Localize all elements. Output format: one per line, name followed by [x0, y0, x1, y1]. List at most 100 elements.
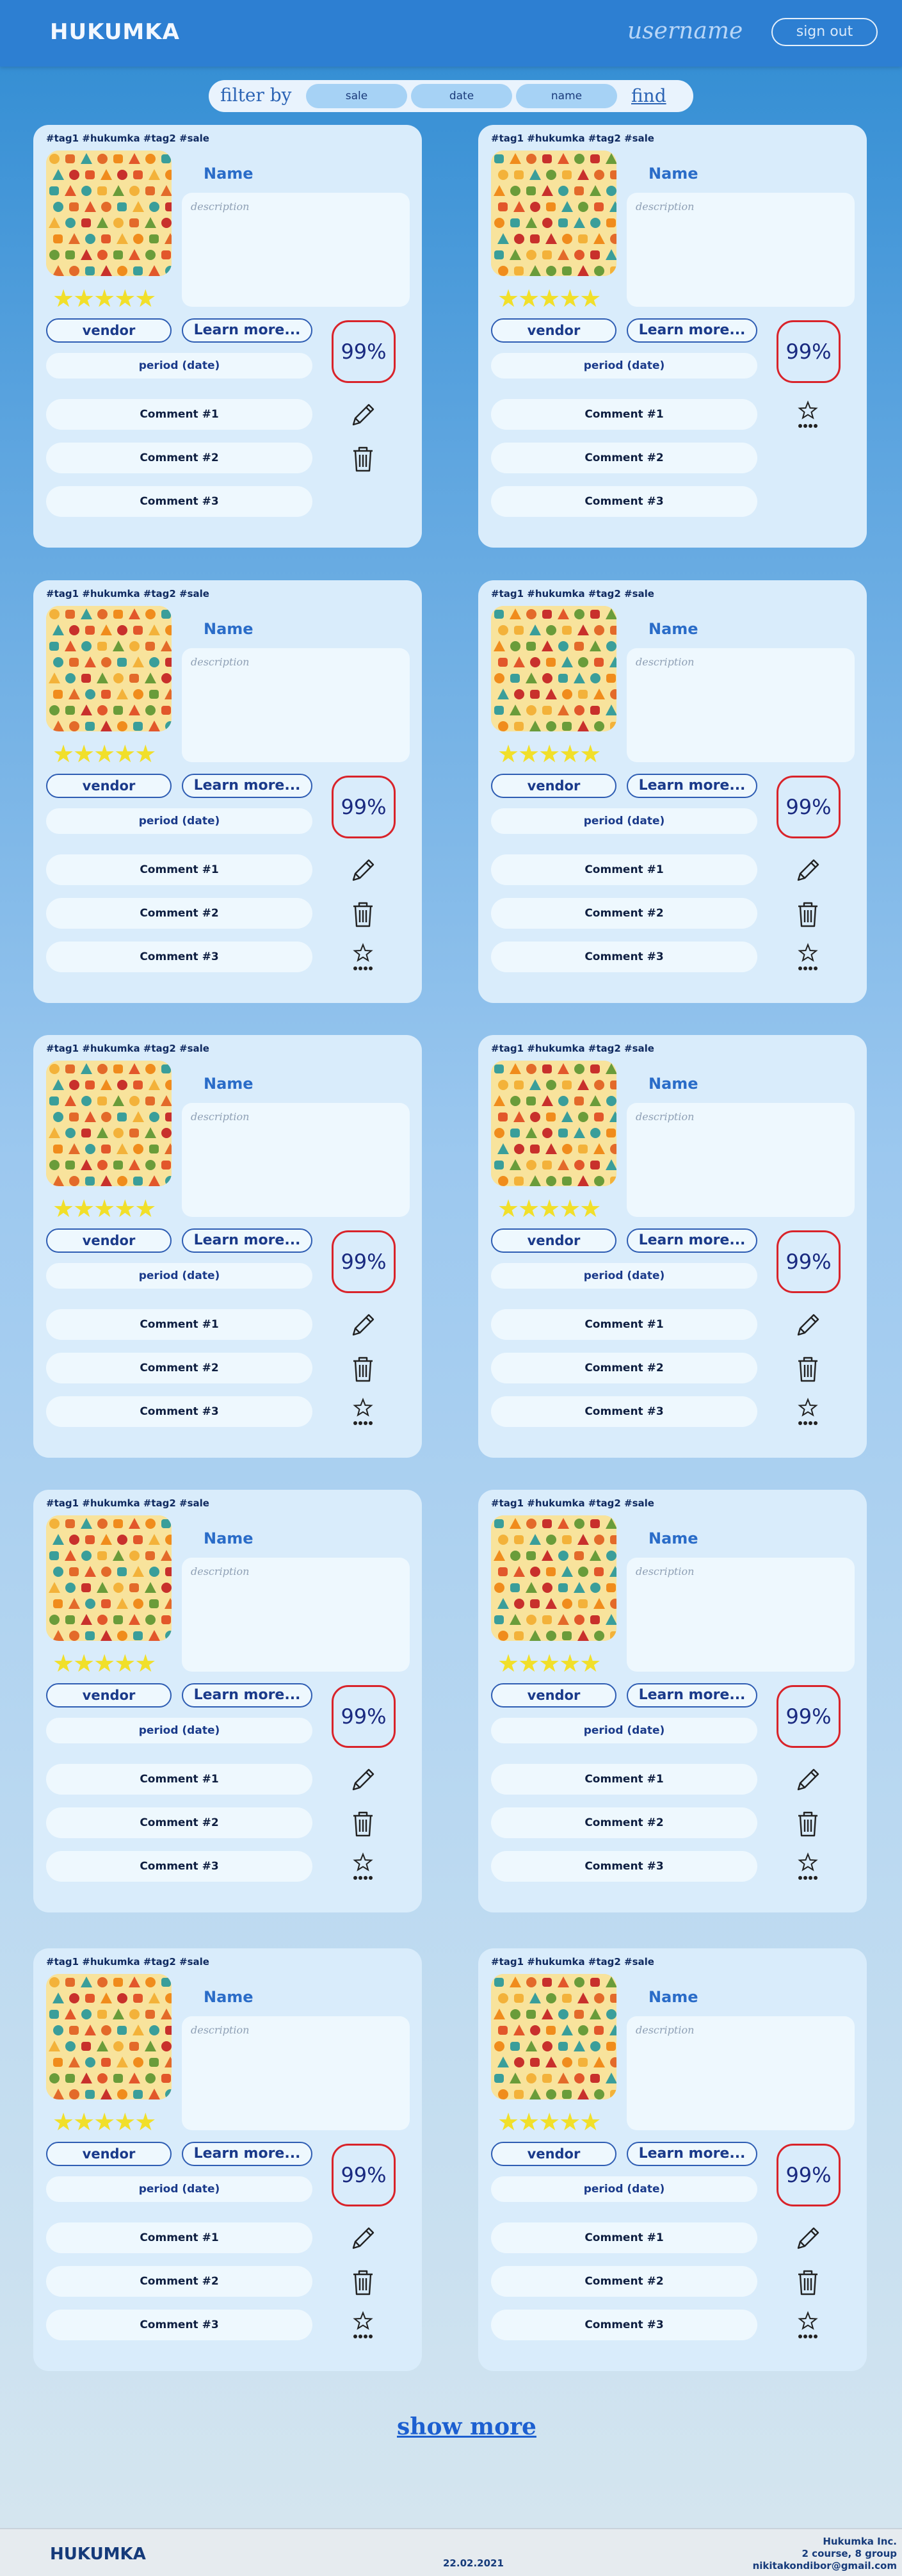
- product-image[interactable]: [491, 1061, 616, 1186]
- card-tags[interactable]: #tag1 #hukumka #tag2 #sale: [46, 133, 209, 144]
- comment-item[interactable]: Comment #3: [46, 486, 312, 517]
- product-name[interactable]: Name: [204, 1075, 254, 1093]
- favorite-star-icon[interactable]: [347, 942, 379, 974]
- card-tags[interactable]: #tag1 #hukumka #tag2 #sale: [491, 1043, 654, 1054]
- comment-item[interactable]: Comment #3: [491, 1851, 757, 1882]
- vendor-button[interactable]: vendor: [46, 774, 172, 798]
- card-tags[interactable]: #tag1 #hukumka #tag2 #sale: [46, 588, 209, 599]
- product-name[interactable]: Name: [204, 165, 254, 183]
- delete-trash-icon[interactable]: [792, 2266, 824, 2298]
- comment-item[interactable]: Comment #2: [46, 1807, 312, 1838]
- comment-item[interactable]: Comment #2: [46, 443, 312, 473]
- footer-email[interactable]: nikitakondibor@gmail.com: [753, 2560, 897, 2572]
- edit-pencil-icon[interactable]: [347, 2222, 379, 2254]
- edit-pencil-icon[interactable]: [792, 1309, 824, 1341]
- learn-more-button[interactable]: Learn more...: [182, 1228, 312, 1253]
- card-tags[interactable]: #tag1 #hukumka #tag2 #sale: [46, 1956, 209, 1968]
- vendor-button[interactable]: vendor: [46, 1683, 172, 1708]
- comment-item[interactable]: Comment #3: [491, 942, 757, 972]
- site-logo[interactable]: HUKUMKA: [50, 19, 180, 45]
- product-name[interactable]: Name: [204, 1529, 254, 1547]
- learn-more-button[interactable]: Learn more...: [627, 774, 757, 798]
- vendor-button[interactable]: vendor: [491, 318, 616, 343]
- comment-item[interactable]: Comment #1: [46, 2222, 312, 2253]
- comment-item[interactable]: Comment #1: [491, 1764, 757, 1795]
- vendor-button[interactable]: vendor: [491, 774, 616, 798]
- comment-item[interactable]: Comment #1: [46, 1309, 312, 1340]
- filter-date-button[interactable]: date: [411, 84, 512, 108]
- product-image[interactable]: [46, 151, 172, 276]
- learn-more-button[interactable]: Learn more...: [627, 318, 757, 343]
- product-image[interactable]: [46, 1974, 172, 2099]
- comment-item[interactable]: Comment #1: [491, 2222, 757, 2253]
- favorite-star-icon[interactable]: [792, 399, 824, 431]
- delete-trash-icon[interactable]: [347, 443, 379, 475]
- comment-item[interactable]: Comment #3: [46, 942, 312, 972]
- product-name[interactable]: Name: [204, 620, 254, 638]
- rating-stars[interactable]: ★★★★★: [52, 1196, 156, 1221]
- learn-more-button[interactable]: Learn more...: [182, 2142, 312, 2166]
- comment-item[interactable]: Comment #3: [46, 1851, 312, 1882]
- delete-trash-icon[interactable]: [347, 1807, 379, 1839]
- delete-trash-icon[interactable]: [792, 1807, 824, 1839]
- product-image[interactable]: [491, 1515, 616, 1641]
- vendor-button[interactable]: vendor: [46, 2142, 172, 2166]
- vendor-button[interactable]: vendor: [46, 1228, 172, 1253]
- product-image[interactable]: [491, 151, 616, 276]
- edit-pencil-icon[interactable]: [347, 1764, 379, 1796]
- comment-item[interactable]: Comment #3: [46, 2310, 312, 2340]
- favorite-star-icon[interactable]: [792, 1396, 824, 1428]
- comment-item[interactable]: Comment #3: [46, 1396, 312, 1427]
- comment-item[interactable]: Comment #1: [46, 1764, 312, 1795]
- rating-stars[interactable]: ★★★★★: [497, 2110, 601, 2134]
- product-name[interactable]: Name: [204, 1988, 254, 2006]
- find-link[interactable]: find: [631, 85, 666, 106]
- rating-stars[interactable]: ★★★★★: [497, 286, 601, 311]
- product-name[interactable]: Name: [648, 1075, 698, 1093]
- delete-trash-icon[interactable]: [792, 898, 824, 930]
- comment-item[interactable]: Comment #3: [491, 1396, 757, 1427]
- rating-stars[interactable]: ★★★★★: [52, 286, 156, 311]
- comment-item[interactable]: Comment #2: [46, 1353, 312, 1383]
- comment-item[interactable]: Comment #1: [491, 1309, 757, 1340]
- learn-more-button[interactable]: Learn more...: [627, 2142, 757, 2166]
- show-more-link[interactable]: show more: [397, 2413, 536, 2440]
- product-image[interactable]: [491, 606, 616, 731]
- delete-trash-icon[interactable]: [347, 898, 379, 930]
- comment-item[interactable]: Comment #2: [491, 898, 757, 929]
- comment-item[interactable]: Comment #3: [491, 2310, 757, 2340]
- rating-stars[interactable]: ★★★★★: [497, 1196, 601, 1221]
- filter-name-button[interactable]: name: [516, 84, 617, 108]
- product-name[interactable]: Name: [648, 620, 698, 638]
- filter-sale-button[interactable]: sale: [306, 84, 407, 108]
- vendor-button[interactable]: vendor: [46, 318, 172, 343]
- edit-pencil-icon[interactable]: [347, 1309, 379, 1341]
- rating-stars[interactable]: ★★★★★: [52, 742, 156, 766]
- learn-more-button[interactable]: Learn more...: [627, 1228, 757, 1253]
- favorite-star-icon[interactable]: [347, 1396, 379, 1428]
- favorite-star-icon[interactable]: [792, 2310, 824, 2342]
- comment-item[interactable]: Comment #2: [491, 2266, 757, 2297]
- delete-trash-icon[interactable]: [347, 2266, 379, 2298]
- comment-item[interactable]: Comment #2: [46, 2266, 312, 2297]
- edit-pencil-icon[interactable]: [347, 399, 379, 431]
- vendor-button[interactable]: vendor: [491, 1683, 616, 1708]
- comment-item[interactable]: Comment #2: [491, 443, 757, 473]
- favorite-star-icon[interactable]: [792, 942, 824, 974]
- product-name[interactable]: Name: [648, 1988, 698, 2006]
- delete-trash-icon[interactable]: [347, 1353, 379, 1385]
- comment-item[interactable]: Comment #1: [46, 399, 312, 430]
- comment-item[interactable]: Comment #1: [491, 399, 757, 430]
- product-name[interactable]: Name: [648, 1529, 698, 1547]
- edit-pencil-icon[interactable]: [347, 854, 379, 886]
- comment-item[interactable]: Comment #3: [491, 486, 757, 517]
- product-image[interactable]: [491, 1974, 616, 2099]
- comment-item[interactable]: Comment #1: [46, 854, 312, 885]
- learn-more-button[interactable]: Learn more...: [182, 774, 312, 798]
- delete-trash-icon[interactable]: [792, 1353, 824, 1385]
- edit-pencil-icon[interactable]: [792, 2222, 824, 2254]
- card-tags[interactable]: #tag1 #hukumka #tag2 #sale: [491, 1956, 654, 1968]
- favorite-star-icon[interactable]: [792, 1851, 824, 1883]
- comment-item[interactable]: Comment #2: [46, 898, 312, 929]
- rating-stars[interactable]: ★★★★★: [52, 1651, 156, 1675]
